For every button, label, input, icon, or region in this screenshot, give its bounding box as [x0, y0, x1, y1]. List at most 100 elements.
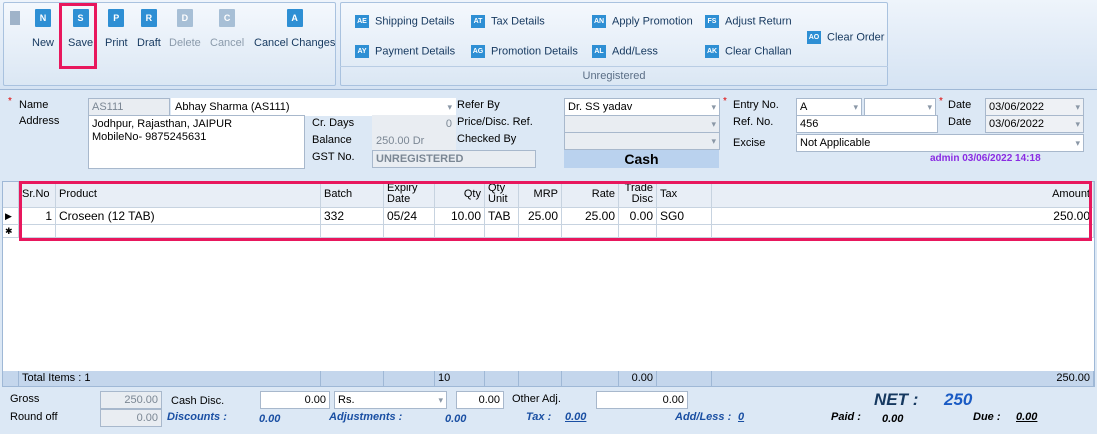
add-less-label: Add/Less: [612, 45, 658, 58]
gross-field: 250.00: [100, 391, 162, 409]
cancel-button[interactable]: C Cancel: [210, 9, 244, 49]
tax-details-icon: AT: [471, 15, 485, 28]
promotion-details-label: Promotion Details: [491, 45, 578, 58]
net-value: 250: [944, 390, 973, 409]
ref-date-field[interactable]: 03/06/2022: [985, 115, 1084, 133]
new-icon: N: [35, 9, 51, 27]
date-field[interactable]: 03/06/2022: [985, 98, 1084, 116]
refer-by-field[interactable]: Dr. SS yadav: [564, 98, 720, 116]
date-label: Date: [948, 99, 972, 111]
cash-disc-field[interactable]: 0.00: [260, 391, 330, 409]
balance-field: 250.00 Dr: [372, 132, 456, 150]
cr-days-field[interactable]: 0: [372, 115, 456, 133]
checked-by-field[interactable]: [564, 132, 720, 150]
total-qty: 10: [435, 371, 485, 387]
discounts-link[interactable]: Discounts :: [167, 411, 227, 423]
paid-value: 0.00: [882, 413, 904, 425]
adjustments-link[interactable]: Adjustments :: [329, 411, 402, 423]
adjust-return-icon: FS: [705, 15, 719, 28]
cancel-button-label: Cancel: [210, 37, 245, 49]
other-adj-field[interactable]: 0.00: [596, 391, 688, 409]
gst-field: UNREGISTERED: [372, 150, 536, 168]
cr-days-label: Cr. Days: [312, 117, 355, 129]
draft-icon: R: [140, 9, 157, 27]
refer-by-label: Refer By: [457, 99, 500, 111]
admin-timestamp: admin 03/06/2022 14:18: [930, 153, 1041, 164]
toolbar-group-actions: N New S Save P Print R Draft D Delete C …: [3, 2, 336, 86]
due-label: Due :: [973, 411, 1001, 423]
cash-disc-unit-select[interactable]: Rs.: [334, 391, 447, 409]
promotion-details-icon: AG: [471, 45, 485, 58]
payment-details-link[interactable]: AY Payment Details: [355, 45, 455, 58]
adjust-return-label: Adjust Return: [725, 15, 792, 28]
date-required-marker: *: [939, 96, 943, 107]
clear-order-icon: AO: [807, 31, 821, 44]
address-field[interactable]: Jodhpur, Rajasthan, JAIPUR MobileNo- 987…: [88, 115, 305, 169]
entry-required-marker: *: [723, 96, 727, 107]
print-button[interactable]: P Print: [105, 9, 128, 49]
grid-highlight-box: [19, 181, 1092, 241]
totals-indicator: [3, 371, 19, 387]
new-row-asterisk-icon: ✱: [3, 225, 19, 238]
delete-button[interactable]: D Delete: [169, 9, 201, 49]
price-disc-ref-label: Price/Disc. Ref.: [457, 116, 533, 128]
apply-promotion-link[interactable]: AN Apply Promotion: [592, 15, 693, 28]
add-less-link[interactable]: AL Add/Less: [592, 45, 658, 58]
save-highlight-box: [59, 3, 97, 69]
new-button[interactable]: N New: [32, 9, 54, 49]
add-less-summary-link[interactable]: Add/Less :: [675, 411, 731, 423]
discounts-value: 0.00: [259, 413, 281, 425]
price-disc-ref-field[interactable]: [564, 115, 720, 133]
gst-label: GST No.: [312, 151, 355, 163]
tax-details-label: Tax Details: [491, 15, 545, 28]
gross-label: Gross: [10, 393, 40, 405]
totals-unit: [485, 371, 519, 387]
tax-value: 0.00: [565, 411, 587, 423]
payment-details-label: Payment Details: [375, 45, 456, 58]
tax-link[interactable]: Tax :: [526, 411, 551, 423]
balance-label: Balance: [312, 134, 352, 146]
apply-promotion-label: Apply Promotion: [612, 15, 693, 28]
cancel-changes-icon: A: [286, 9, 303, 27]
other-adj-label: Other Adj.: [512, 393, 561, 405]
paid-label: Paid :: [831, 411, 861, 423]
adjust-return-link[interactable]: FS Adjust Return: [705, 15, 792, 28]
checked-by-label: Checked By: [457, 133, 517, 145]
clear-challan-link[interactable]: AK Clear Challan: [705, 45, 792, 58]
payment-details-icon: AY: [355, 45, 369, 58]
ref-no-label: Ref. No.: [733, 116, 774, 128]
delete-button-label: Delete: [169, 37, 201, 49]
excise-field[interactable]: Not Applicable: [796, 134, 1084, 152]
round-off-field: 0.00: [100, 409, 162, 427]
row-pointer-icon: ▶: [3, 208, 19, 225]
add-less-value: 0: [738, 411, 745, 423]
customer-name-field[interactable]: Abhay Sharma (AS111): [171, 98, 456, 116]
clear-order-label: Clear Order: [827, 31, 885, 44]
cash-disc-amount-field[interactable]: 0.00: [456, 391, 504, 409]
draft-button-label: Draft: [137, 37, 161, 49]
clear-challan-icon: AK: [705, 45, 719, 58]
ref-no-field[interactable]: 456: [796, 115, 938, 133]
promotion-details-link[interactable]: AG Promotion Details: [471, 45, 578, 58]
payment-mode-cash[interactable]: Cash: [564, 150, 719, 168]
cancel-icon: C: [219, 9, 236, 27]
shipping-details-label: Shipping Details: [375, 15, 455, 28]
totals-expiry: [384, 371, 435, 387]
tax-details-link[interactable]: AT Tax Details: [471, 15, 545, 28]
cancel-changes-button[interactable]: A Cancel Changes: [254, 9, 335, 49]
entry-series-field[interactable]: A: [796, 98, 862, 116]
grip-icon: [10, 11, 20, 25]
address-line-1: Jodhpur, Rajasthan, JAIPUR: [92, 118, 233, 130]
customer-code-field[interactable]: AS111: [88, 98, 170, 116]
clear-order-link[interactable]: AO Clear Order: [807, 31, 884, 44]
round-off-label: Round off: [10, 411, 58, 423]
draft-button[interactable]: R Draft: [137, 9, 161, 49]
name-label: Name: [19, 99, 49, 111]
shipping-details-link[interactable]: AE Shipping Details: [355, 15, 455, 28]
address-line-2: MobileNo- 9875245631: [92, 131, 207, 143]
row-indicator-header: [3, 182, 19, 208]
entry-number-field[interactable]: [864, 98, 936, 116]
new-button-label: New: [32, 37, 55, 49]
print-button-label: Print: [105, 37, 128, 49]
net-label: NET :: [874, 390, 919, 409]
